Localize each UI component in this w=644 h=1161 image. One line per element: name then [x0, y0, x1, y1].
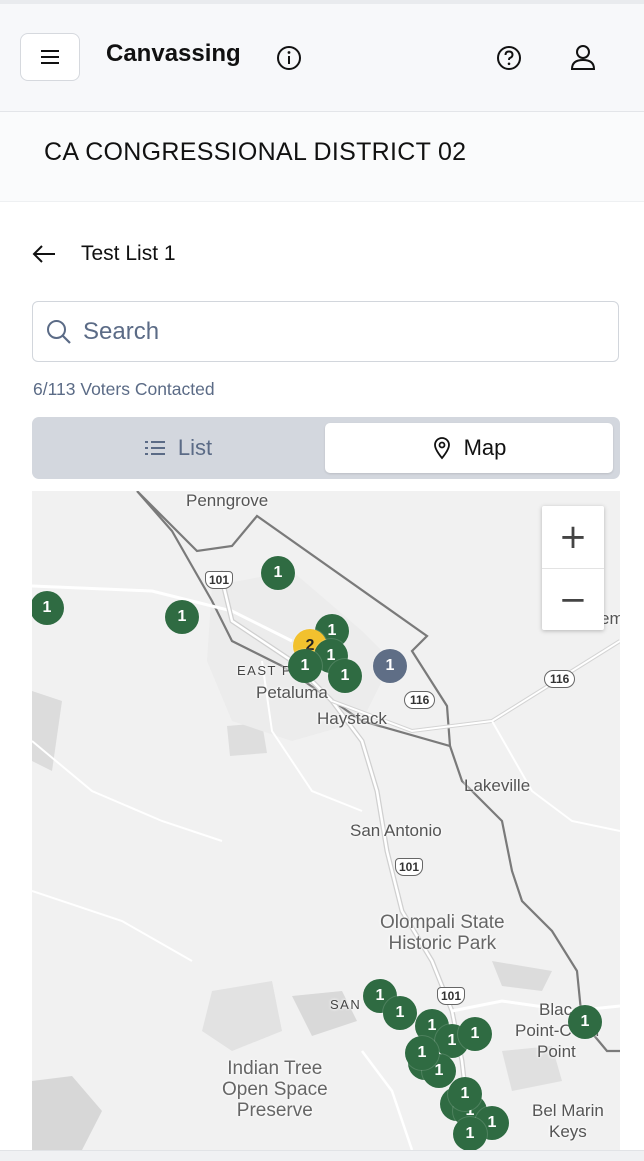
map-road	[361, 1050, 414, 1150]
map-road	[32, 740, 223, 842]
map-label-belmarin-line1: Bel Marin	[532, 1101, 604, 1120]
map-cluster-marker[interactable]: 1	[328, 659, 362, 693]
zoom-control: + −	[542, 506, 604, 630]
map-label-san: SAN	[330, 997, 362, 1012]
map-label-san-antonio: San Antonio	[350, 821, 442, 840]
map-label-penngrove: Penngrove	[186, 491, 269, 510]
map-cluster-marker[interactable]: 1	[448, 1077, 482, 1111]
highway-shield-116: 116	[404, 691, 436, 709]
map-cluster-marker[interactable]: 1	[288, 649, 322, 683]
map-label-olompali: Olompali State Historic Park	[380, 912, 505, 954]
search-input[interactable]	[83, 314, 603, 350]
map-cluster-marker[interactable]: 1	[453, 1117, 487, 1150]
map-label-bel-marin: Bel Marin Keys	[532, 1100, 604, 1142]
map-cluster-marker[interactable]: 1	[261, 556, 295, 590]
voters-contacted-count: 6/113 Voters Contacted	[33, 379, 215, 399]
highway-shield-101: 101	[437, 987, 466, 1005]
map-park	[32, 691, 62, 771]
arrow-left-icon[interactable]	[30, 240, 58, 268]
map-label-indian-tree: Indian Tree Open Space Preserve	[222, 1058, 328, 1121]
map-label-olompali-line2: Historic Park	[388, 933, 497, 954]
map-label-east-petaluma: EAST P	[237, 663, 293, 678]
map-cluster-marker[interactable]: 1	[165, 600, 199, 634]
map-label-black-line3: Point	[537, 1042, 576, 1061]
map-park	[492, 961, 552, 991]
highway-shield-101: 101	[395, 858, 424, 876]
tab-list-label: List	[177, 435, 213, 460]
district-bar: CA CONGRESSIONAL DISTRICT 02	[0, 112, 644, 202]
map-park	[32, 1076, 102, 1150]
tab-map-label: Map	[463, 435, 507, 460]
app-title: Canvassing	[106, 40, 241, 67]
list-name: Test List 1	[81, 242, 176, 265]
map-cluster-marker[interactable]: 1	[383, 996, 417, 1030]
view-toggle: List Map	[32, 417, 620, 479]
zoom-out-button[interactable]: −	[542, 568, 604, 630]
search-box[interactable]	[32, 301, 619, 362]
tab-map[interactable]: Map	[325, 423, 613, 473]
zoom-in-button[interactable]: +	[542, 506, 604, 568]
top-divider	[0, 0, 644, 4]
map-base-layer	[32, 491, 620, 1150]
map-pin-icon	[433, 437, 450, 460]
bottom-divider	[0, 1150, 644, 1161]
map-cluster-marker[interactable]: 1	[568, 1005, 602, 1039]
menu-button[interactable]	[20, 33, 80, 81]
map-label-petaluma: Petaluma	[256, 683, 328, 702]
help-icon[interactable]	[495, 44, 523, 72]
map-label-belmarin-line2: Keys	[549, 1122, 587, 1141]
info-icon[interactable]	[275, 44, 303, 72]
map-cluster-marker[interactable]: 1	[405, 1036, 439, 1070]
search-icon	[47, 320, 71, 344]
highway-shield-116: 116	[544, 670, 576, 688]
map-park	[202, 981, 282, 1051]
highway-shield-101: 101	[205, 571, 234, 589]
map-label-lakeville: Lakeville	[464, 776, 531, 795]
district-title: CA CONGRESSIONAL DISTRICT 02	[44, 138, 467, 166]
map-cluster-marker[interactable]: 1	[458, 1017, 492, 1051]
tab-list[interactable]: List	[32, 417, 324, 479]
map-view[interactable]: Penngrove EAST P Petaluma Haystack Lakev…	[32, 491, 620, 1150]
list-icon	[144, 441, 165, 455]
app-header: Canvassing	[0, 0, 644, 112]
map-label-haystack: Haystack	[317, 709, 387, 728]
map-label-indian-line3: Preserve	[236, 1100, 313, 1121]
map-label-indian-line2: Open Space	[222, 1079, 328, 1100]
map-label-olompali-line1: Olompali State	[380, 912, 505, 933]
map-label-indian-line1: Indian Tree	[227, 1058, 323, 1079]
menu-icon	[41, 50, 59, 64]
user-icon[interactable]	[568, 42, 598, 72]
map-road	[32, 890, 193, 962]
map-cluster-marker[interactable]: 1	[373, 649, 407, 683]
